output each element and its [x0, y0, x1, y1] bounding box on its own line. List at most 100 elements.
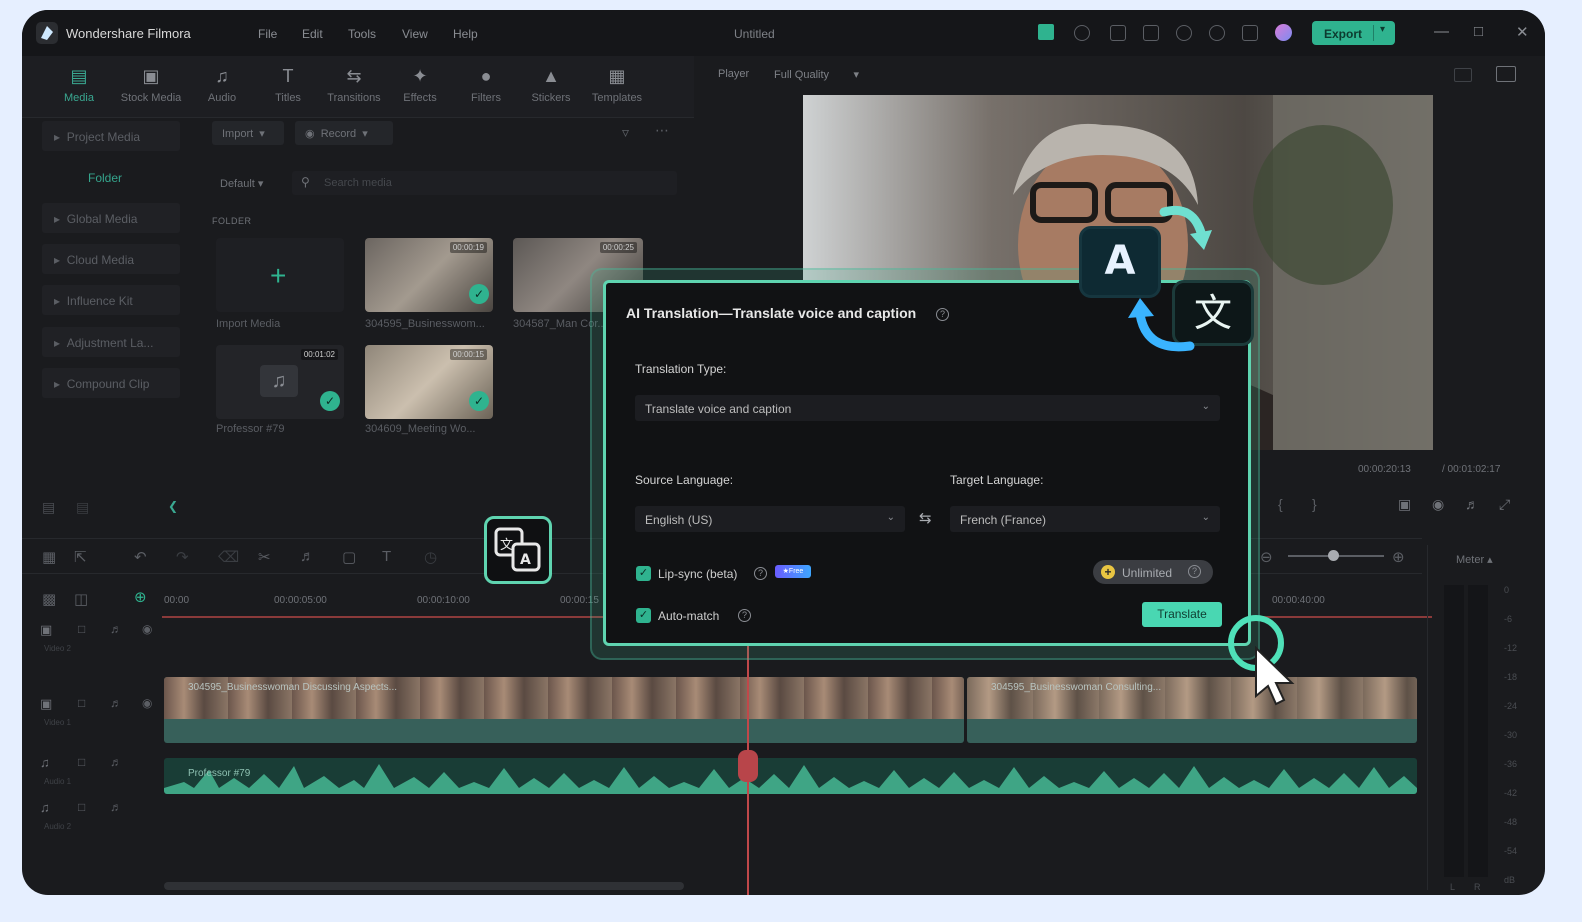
target-language-select[interactable]: French (France) ⌄ [950, 506, 1220, 532]
chevron-down-icon[interactable]: ▾ [1380, 24, 1385, 35]
auto-match-checkbox[interactable]: ✓ [636, 608, 651, 623]
tab-transitions[interactable]: ⇆ Transitions [319, 66, 389, 104]
speed-icon[interactable]: ◷ [424, 548, 437, 566]
eye-icon[interactable]: ◉ [142, 696, 152, 710]
import-button[interactable]: Import ▾ [212, 121, 284, 145]
sidebar-item-project-media[interactable]: ▸ Project Media [54, 130, 140, 144]
text-icon[interactable]: T [382, 548, 391, 565]
lock-icon[interactable]: □ [78, 696, 85, 710]
headset-icon[interactable] [1209, 25, 1225, 41]
delete-icon[interactable]: ⌫ [218, 548, 239, 566]
layout-icon[interactable] [1110, 25, 1126, 41]
sidebar-item-adjustment-layer[interactable]: ▸ Adjustment La... [54, 336, 153, 350]
split-scissors-icon[interactable]: ✂ [258, 548, 271, 566]
translation-type-select[interactable]: Translate voice and caption ⌄ [635, 395, 1220, 421]
gift-icon[interactable] [1038, 24, 1054, 40]
mark-out-icon[interactable]: } [1312, 496, 1317, 512]
source-language-select[interactable]: English (US) ⌄ [635, 506, 905, 532]
compare-icon[interactable] [1454, 68, 1472, 82]
add-track-icon[interactable]: ▩ [42, 590, 56, 608]
zoom-out-icon[interactable]: ⊖ [1260, 548, 1273, 566]
lock-icon[interactable]: □ [78, 622, 85, 636]
save-icon[interactable] [1143, 25, 1159, 41]
cloud-icon[interactable] [1176, 25, 1192, 41]
monitor-icon[interactable]: ▣ [1398, 496, 1411, 513]
crop-icon[interactable]: ▢ [342, 548, 356, 566]
mute-icon[interactable]: ♬ [110, 696, 122, 710]
undo-icon[interactable]: ↶ [134, 548, 147, 566]
lock-icon[interactable]: □ [78, 755, 85, 769]
menu-edit[interactable]: Edit [302, 27, 323, 41]
sort-dropdown[interactable]: Default ▾ [220, 177, 263, 190]
fullscreen-icon[interactable]: ⤢ [1499, 496, 1510, 513]
snapshot-image-icon[interactable] [1496, 66, 1516, 82]
media-thumb-meeting[interactable]: 00:00:15 ✓ [365, 345, 493, 419]
lock-icon[interactable]: □ [78, 800, 85, 814]
tab-media[interactable]: ▤ Media [44, 66, 114, 104]
credits-pill[interactable]: + Unlimited ? [1093, 560, 1213, 584]
tab-titles[interactable]: T Titles [253, 66, 323, 104]
new-folder-icon[interactable]: ▤ [42, 499, 55, 516]
menu-file[interactable]: File [258, 27, 277, 41]
sidebar-item-folder[interactable]: Folder [88, 171, 122, 185]
zoom-slider-handle[interactable] [1328, 550, 1339, 561]
help-icon[interactable]: ? [936, 308, 949, 321]
menu-view[interactable]: View [402, 27, 428, 41]
tab-audio[interactable]: ♫ Audio [187, 66, 257, 104]
timeline-scrollbar[interactable] [164, 882, 684, 890]
maximize-icon[interactable]: □ [1474, 23, 1483, 40]
menu-help[interactable]: Help [453, 27, 478, 41]
translate-button[interactable]: Translate [1142, 602, 1222, 627]
volume-icon[interactable]: ♬ [1465, 496, 1479, 512]
folder-icon[interactable]: ▤ [76, 499, 89, 516]
circle-icon[interactable] [1074, 25, 1090, 41]
tab-stock-media[interactable]: ▣ Stock Media [116, 66, 186, 104]
search-input[interactable]: Search media [292, 171, 677, 195]
swap-languages-icon[interactable]: ⇆ [919, 509, 932, 527]
collapse-arrow-icon[interactable]: ❮ [168, 499, 178, 513]
playhead-knob[interactable] [738, 750, 758, 782]
camera-icon[interactable]: ◉ [1432, 496, 1444, 513]
apps-icon[interactable] [1242, 25, 1258, 41]
import-media-tile[interactable]: + [216, 238, 344, 312]
mute-icon[interactable]: ♬ [110, 755, 122, 769]
lip-sync-checkbox[interactable]: ✓ [636, 566, 651, 581]
link-icon[interactable]: ◫ [74, 590, 88, 608]
minimize-icon[interactable]: — [1434, 23, 1449, 40]
help-icon[interactable]: ? [1188, 565, 1201, 578]
zoom-in-icon[interactable]: ⊕ [1392, 548, 1405, 566]
quality-dropdown[interactable]: Full Quality ▾ [774, 68, 859, 81]
tab-templates[interactable]: ▦ Templates [582, 66, 652, 104]
mark-in-icon[interactable]: { [1278, 496, 1283, 512]
sidebar-item-compound-clip[interactable]: ▸ Compound Clip [54, 377, 149, 391]
audio-edit-icon[interactable]: ♬ [300, 548, 315, 565]
media-thumb-businesswoman[interactable]: 00:00:19 ✓ [365, 238, 493, 312]
menu-tools[interactable]: Tools [348, 27, 376, 41]
tab-stickers[interactable]: ▲ Stickers [516, 66, 586, 104]
close-icon[interactable]: ✕ [1516, 23, 1529, 41]
layout-grid-icon[interactable]: ▦ [42, 548, 56, 566]
mute-icon[interactable]: ♬ [110, 622, 122, 636]
tab-effects[interactable]: ✦ Effects [385, 66, 455, 104]
meter-label[interactable]: Meter ▴ [1456, 553, 1493, 566]
select-tool-icon[interactable]: ⇱ [74, 548, 87, 566]
audio-clip[interactable]: Professor #79 [164, 758, 1417, 794]
meter-scale-label: -54 [1504, 846, 1518, 856]
snap-icon[interactable]: ⊕ [134, 588, 147, 606]
media-thumb-professor-audio[interactable]: 00:01:02 ♫ ✓ [216, 345, 344, 419]
sidebar-item-global-media[interactable]: ▸ Global Media [54, 212, 137, 226]
help-icon[interactable]: ? [738, 609, 751, 622]
avatar[interactable] [1275, 24, 1292, 41]
video-clip-1[interactable]: 304595_Businesswoman Discussing Aspects.… [164, 677, 964, 743]
redo-icon[interactable]: ↷ [176, 548, 189, 566]
record-button[interactable]: ◉ Record ▾ [295, 121, 393, 145]
mute-icon[interactable]: ♬ [110, 800, 122, 814]
more-icon[interactable]: ⋯ [655, 122, 669, 139]
sidebar-item-cloud-media[interactable]: ▸ Cloud Media [54, 253, 134, 267]
help-icon[interactable]: ? [754, 567, 767, 580]
sidebar-item-influence-kit[interactable]: ▸ Influence Kit [54, 294, 133, 308]
tab-filters[interactable]: ● Filters [451, 66, 521, 104]
video-clip-2[interactable]: 304595_Businesswoman Consulting... [967, 677, 1417, 743]
filter-icon[interactable]: ▿ [622, 124, 629, 141]
eye-icon[interactable]: ◉ [142, 622, 152, 636]
